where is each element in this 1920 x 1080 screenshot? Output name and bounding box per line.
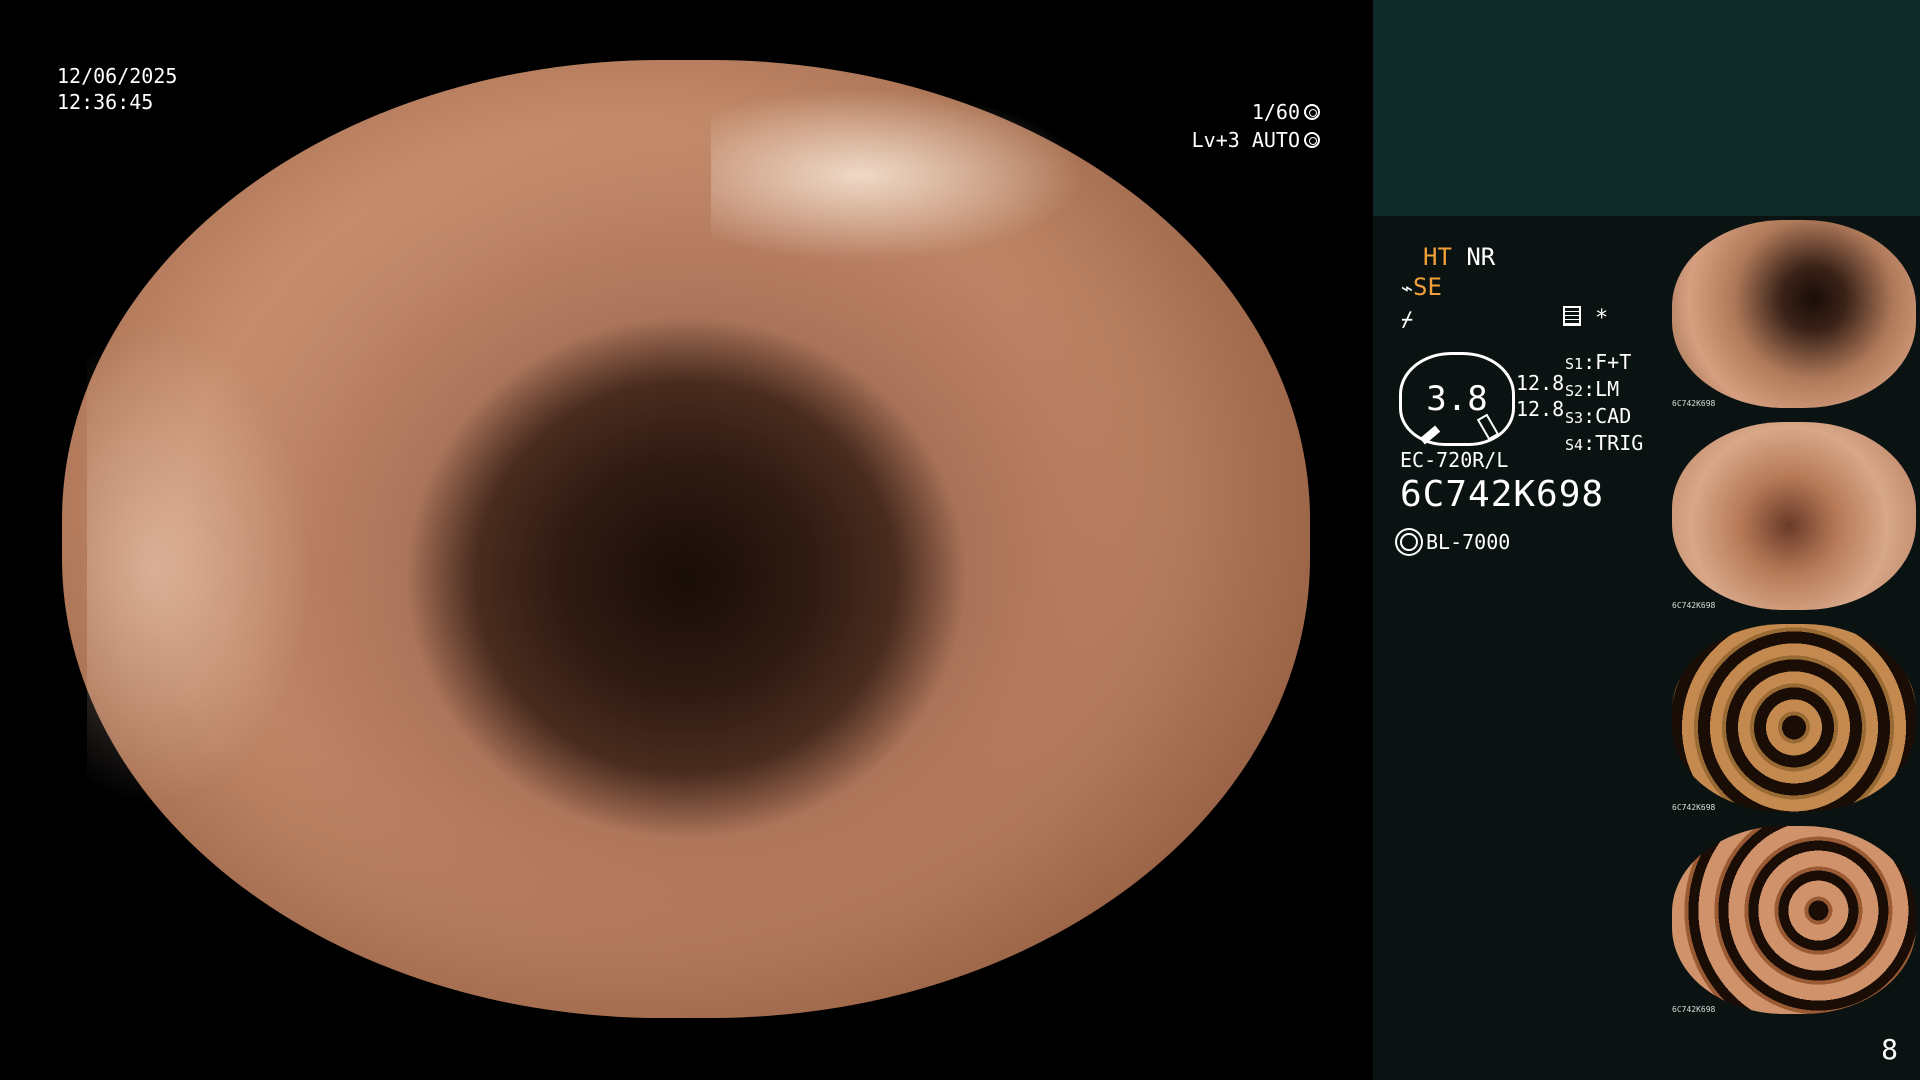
mode-ht: HT [1423,243,1452,271]
status-icons: * [1563,306,1608,331]
thumbnail-image [1672,422,1916,610]
thumbnail-label: 6C742K698 [1672,601,1716,610]
datetime: 12/06/2025 12:36:45 [57,63,177,115]
level-text: Lv+3 AUTO [1191,128,1300,152]
switch-key: S2 [1565,382,1584,400]
thumbnail[interactable]: 6C742K698 [1668,216,1920,418]
mode-nr: NR [1466,243,1496,271]
thumbnail[interactable]: 6C742K698 [1668,418,1920,620]
switch-key: S1 [1565,355,1584,373]
gauge-side-2: 12.8 [1516,397,1565,421]
gauge-values: 12.8 12.8 [1516,370,1564,422]
thumbnail-strip: 6C742K698 6C742K698 6C742K698 6C742K698 [1668,216,1920,1024]
light-icon [1400,533,1418,551]
switch-value: CAD [1595,404,1632,428]
switch-value: TRIG [1595,431,1644,455]
date-text: 12/06/2025 [57,64,178,88]
scope-icon: ⌁ [1401,276,1414,300]
star-text: * [1595,306,1609,331]
thumbnail[interactable]: 6C742K698 [1668,620,1920,822]
signal-icon: ⌿ [1401,307,1414,331]
thumbnail-image [1672,624,1916,812]
thumbnail-label: 6C742K698 [1672,1005,1716,1014]
thumbnail-label: 6C742K698 [1672,803,1716,812]
page-number: 8 [1881,1033,1898,1066]
gauge: 3.8 [1399,352,1515,446]
scope-serial: 6C742K698 [1400,474,1605,515]
thumbnail[interactable]: 6C742K698 [1668,822,1920,1024]
mode-se: SE [1413,273,1442,301]
shutter-text: 1/60 [1251,100,1300,124]
shutter-icon [1304,104,1320,120]
thumbnail-label: 6C742K698 [1672,399,1716,408]
gauge-marker-right [1476,413,1500,441]
scope-model: EC-720R/L [1400,448,1509,472]
gauge-value: 3.8 [1426,379,1488,419]
endoscope-view: 12/06/2025 12:36:45 1/60 Lv+3 AUTO [0,0,1373,1080]
switch-value: F+T [1595,350,1632,374]
thumbnail-image [1672,826,1916,1014]
info-panel: HT NR ⌁SE ⌿ * 3.8 12.8 12.8 S1:F+T S2:LM… [1373,0,1920,1080]
light-source-text: BL-7000 [1426,530,1511,554]
switch-list: S1:F+T S2:LM S3:CAD S4:TRIG [1565,350,1644,455]
switch-value: LM [1595,377,1620,401]
gauge-side-1: 12.8 [1516,371,1565,395]
time-text: 12:36:45 [57,90,154,114]
exposure-info: 1/60 Lv+3 AUTO [1150,98,1320,154]
document-icon [1563,306,1581,326]
auto-iris-icon [1304,132,1320,148]
panel-header-area [1373,0,1920,216]
switch-key: S4 [1565,436,1584,454]
switch-key: S3 [1565,409,1584,427]
mode-indicators: HT NR ⌁SE ⌿ [1401,242,1496,334]
endoscope-image [62,60,1310,1018]
light-source: BL-7000 [1400,530,1510,554]
thumbnail-image [1672,220,1916,408]
gauge-marker-left [1419,425,1441,445]
